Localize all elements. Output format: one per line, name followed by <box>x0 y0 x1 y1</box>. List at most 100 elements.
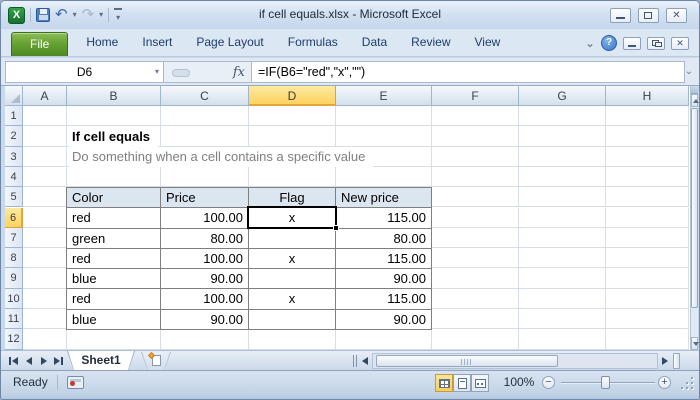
horizontal-scrollbar[interactable] <box>372 353 658 369</box>
cell-B8-value[interactable]: red <box>67 249 161 269</box>
cell-F9[interactable] <box>432 268 519 288</box>
cell-F10[interactable] <box>432 289 519 309</box>
scroll-down-icon[interactable] <box>691 337 698 350</box>
cell-D4[interactable] <box>249 167 336 187</box>
column-header-G[interactable]: G <box>519 86 606 106</box>
cell-B11-value[interactable]: blue <box>67 310 161 330</box>
select-all-corner[interactable] <box>5 86 23 106</box>
cell-A11[interactable] <box>23 309 67 329</box>
cell-H9[interactable] <box>606 268 689 288</box>
cell-C4[interactable] <box>161 167 249 187</box>
cell-D12[interactable] <box>249 329 336 349</box>
cell-B10-value[interactable]: red <box>67 289 161 309</box>
expand-formula-bar-icon[interactable]: ⌄ <box>683 61 695 83</box>
cell-G2[interactable] <box>519 126 606 146</box>
resize-grip[interactable] <box>680 376 693 389</box>
row-header-10[interactable]: 10 <box>5 289 23 309</box>
last-sheet-icon[interactable] <box>52 355 65 367</box>
cell-G6[interactable] <box>519 208 606 228</box>
cell-A6[interactable] <box>23 208 67 228</box>
cell-C12[interactable] <box>161 329 249 349</box>
help-icon[interactable]: ? <box>601 35 617 51</box>
cell-F7[interactable] <box>432 228 519 248</box>
row-header-6[interactable]: 6 <box>5 208 23 228</box>
cell-F3[interactable] <box>432 147 519 167</box>
minimize-icon[interactable] <box>610 8 631 23</box>
table-header-new-price[interactable]: New price <box>336 188 432 208</box>
cell-A4[interactable] <box>23 167 67 187</box>
cell-B7-value[interactable]: green <box>67 229 161 249</box>
name-box-dropdown-icon[interactable]: ▾ <box>155 62 159 82</box>
splitter-handle[interactable] <box>172 69 190 77</box>
cell-H10[interactable] <box>606 289 689 309</box>
ribbon-tab-formulas[interactable]: Formulas <box>276 29 350 56</box>
cell-C8-value[interactable]: 100.00 <box>161 249 249 269</box>
cell-H11[interactable] <box>606 309 689 329</box>
cell-B9-value[interactable]: blue <box>67 269 161 289</box>
row-header-7[interactable]: 7 <box>5 228 23 248</box>
insert-worksheet-button[interactable] <box>141 352 171 371</box>
cell-H7[interactable] <box>606 228 689 248</box>
ribbon-tab-insert[interactable]: Insert <box>130 29 184 56</box>
page-break-view-button[interactable] <box>471 374 489 392</box>
column-header-C[interactable]: C <box>161 86 249 106</box>
cell-D11-value[interactable] <box>249 310 336 330</box>
row-header-2[interactable]: 2 <box>5 126 23 146</box>
column-header-E[interactable]: E <box>336 86 432 106</box>
row-header-9[interactable]: 9 <box>5 268 23 288</box>
cell-E9-value[interactable]: 90.00 <box>336 269 432 289</box>
row-header-3[interactable]: 3 <box>5 147 23 167</box>
cell-E11-value[interactable]: 90.00 <box>336 310 432 330</box>
cell-E8-value[interactable]: 115.00 <box>336 249 432 269</box>
cell-E7-value[interactable]: 80.00 <box>336 229 432 249</box>
tab-scrollbar-splitter[interactable] <box>353 355 357 367</box>
cell-G7[interactable] <box>519 228 606 248</box>
cell-F2[interactable] <box>432 126 519 146</box>
cell-F1[interactable] <box>432 106 519 126</box>
workbook-close-icon[interactable]: ✕ <box>671 37 689 50</box>
cell-E6-value[interactable]: 115.00 <box>336 208 432 228</box>
cell-E2[interactable] <box>336 126 432 146</box>
cell-D10-value[interactable]: x <box>249 289 336 309</box>
table-header-price[interactable]: Price <box>161 188 249 208</box>
sheet-subtitle-text[interactable]: Do something when a cell contains a spec… <box>69 147 373 167</box>
cell-G4[interactable] <box>519 167 606 187</box>
first-sheet-icon[interactable] <box>7 355 20 367</box>
cell-G8[interactable] <box>519 248 606 268</box>
cell-C11-value[interactable]: 90.00 <box>161 310 249 330</box>
cell-F6[interactable] <box>432 208 519 228</box>
row-header-5[interactable]: 5 <box>5 187 23 207</box>
cell-H5[interactable] <box>606 187 689 207</box>
cell-H6[interactable] <box>606 208 689 228</box>
cell-H4[interactable] <box>606 167 689 187</box>
vertical-scroll-thumb[interactable] <box>691 108 698 308</box>
vertical-scrollbar[interactable] <box>690 86 698 350</box>
cell-H12[interactable] <box>606 329 689 349</box>
cell-F4[interactable] <box>432 167 519 187</box>
column-header-B[interactable]: B <box>67 86 161 106</box>
formula-input[interactable]: =IF(B6="red","x","") <box>251 61 685 83</box>
cell-G1[interactable] <box>519 106 606 126</box>
cell-A8[interactable] <box>23 248 67 268</box>
cell-D9-value[interactable] <box>249 269 336 289</box>
cell-G3[interactable] <box>519 147 606 167</box>
cell-E12[interactable] <box>336 329 432 349</box>
column-header-F[interactable]: F <box>432 86 519 106</box>
cell-G10[interactable] <box>519 289 606 309</box>
cell-A10[interactable] <box>23 289 67 309</box>
cell-B6-value[interactable]: red <box>67 208 161 228</box>
cell-F5[interactable] <box>432 187 519 207</box>
zoom-in-icon[interactable]: + <box>658 376 671 389</box>
cell-D2[interactable] <box>249 126 336 146</box>
cell-C2[interactable] <box>161 126 249 146</box>
cell-H1[interactable] <box>606 106 689 126</box>
cell-C1[interactable] <box>161 106 249 126</box>
cell-H3[interactable] <box>606 147 689 167</box>
cell-B1[interactable] <box>67 106 161 126</box>
name-box[interactable]: D6 ▾ <box>5 61 164 83</box>
table-header-color[interactable]: Color <box>67 188 161 208</box>
cell-G9[interactable] <box>519 268 606 288</box>
zoom-out-icon[interactable]: − <box>542 376 555 389</box>
prev-sheet-icon[interactable] <box>22 355 35 367</box>
cell-A1[interactable] <box>23 106 67 126</box>
